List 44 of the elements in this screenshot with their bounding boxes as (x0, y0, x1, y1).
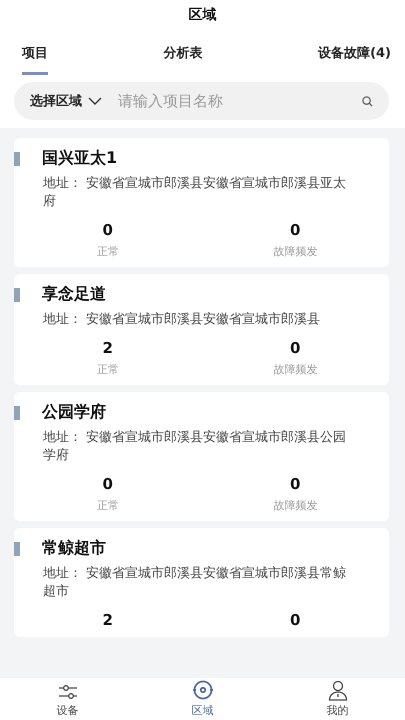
region-dropdown[interactable]: 选择区域 (30, 92, 102, 110)
stat-value: 2 (102, 339, 113, 357)
project-name: 国兴亚太1 (42, 148, 118, 169)
project-name: 享念足道 (42, 284, 106, 305)
stat-value: 0 (290, 339, 300, 357)
accent-marker (14, 152, 20, 166)
stat-label: 正常 (96, 498, 119, 513)
nav-item[interactable]: 设备 (38, 678, 98, 720)
stat-label: 正常 (96, 244, 119, 259)
project-card[interactable]: 国兴亚太1 地址： 安徽省宣城市郎溪县安徽省宣城市郎溪县亚太府 0 正常 0 故障频发 (14, 138, 389, 267)
project-name: 公园学府 (42, 402, 106, 423)
accent-marker (14, 542, 20, 556)
tab[interactable]: 设备故障(4) (318, 38, 391, 75)
stat-label: 故障频发 (273, 498, 318, 513)
stat-label: 故障频发 (273, 362, 318, 377)
target-icon (192, 679, 214, 701)
project-address: 地址： 安徽省宣城市郎溪县安徽省宣城市郎溪县 (43, 311, 322, 329)
stat-value: 0 (290, 611, 300, 629)
stat-value: 2 (102, 611, 113, 629)
person-icon (326, 679, 348, 701)
caret-icon (88, 97, 102, 105)
project-card[interactable]: 公园学府 地址： 安徽省宣城市郎溪县安徽省宣城市郎溪县公园学府 0 正常 0 故障频发 (14, 392, 389, 521)
project-card[interactable]: 常鲸超市 地址： 安徽省宣城市郎溪县安徽省宣城市郎溪县常鲸超市 2 0 (14, 528, 389, 637)
nav-item[interactable]: 区域 (172, 678, 232, 720)
tab[interactable]: 项目 (22, 38, 48, 75)
stat-label: 正常 (96, 362, 119, 377)
stat-value: 0 (290, 475, 300, 493)
sliders-icon (56, 683, 78, 701)
project-address: 地址： 安徽省宣城市郎溪县安徽省宣城市郎溪县公园学府 (43, 429, 348, 465)
stat-label: 故障频发 (273, 244, 318, 259)
stat-value: 0 (290, 221, 300, 239)
search-field[interactable]: 选择区域 请输入项目名称 (14, 82, 389, 120)
project-card[interactable]: 享念足道 地址： 安徽省宣城市郎溪县安徽省宣城市郎溪县 2 正常 0 故障频发 (14, 274, 389, 385)
nav-item[interactable]: 我的 (308, 678, 368, 720)
tab[interactable]: 分析表 (164, 38, 203, 75)
stat-value: 0 (102, 221, 113, 239)
stat-value: 0 (102, 475, 113, 493)
project-address: 地址： 安徽省宣城市郎溪县安徽省宣城市郎溪县亚太府 (43, 175, 348, 211)
project-name: 常鲸超市 (42, 538, 106, 559)
accent-marker (14, 288, 20, 302)
accent-marker (14, 406, 20, 420)
page-title: 区域 (188, 6, 218, 25)
search-icon[interactable] (362, 96, 373, 106)
project-address: 地址： 安徽省宣城市郎溪县安徽省宣城市郎溪县常鲸超市 (43, 565, 348, 601)
